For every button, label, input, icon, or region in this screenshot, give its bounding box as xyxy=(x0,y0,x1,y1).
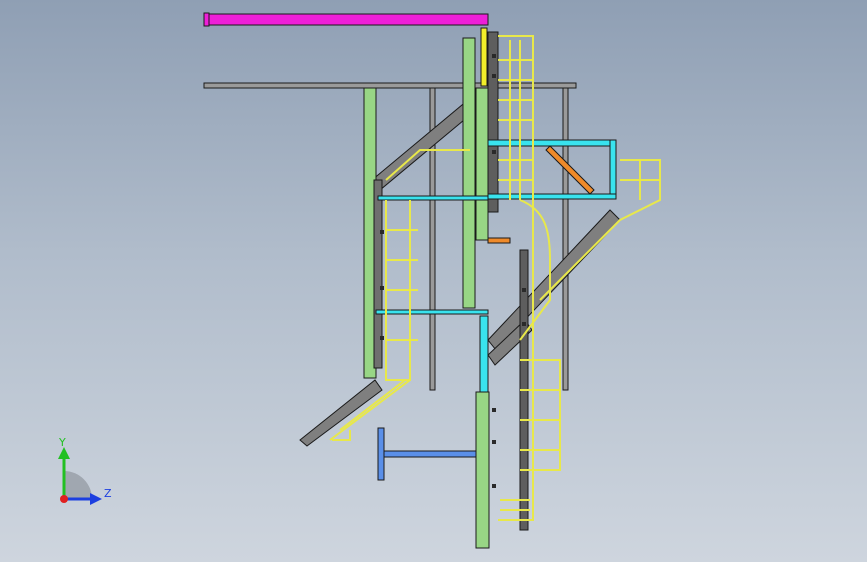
x-axis-dot xyxy=(60,495,68,503)
blue-beam-flange[interactable] xyxy=(377,427,385,481)
z-axis-arrow xyxy=(90,493,102,505)
axis-triad: Y Z xyxy=(58,436,112,505)
yellow-column[interactable] xyxy=(480,27,488,87)
orange-beam[interactable] xyxy=(487,237,511,244)
magenta-beam-end xyxy=(203,12,210,27)
blue-beam-web[interactable] xyxy=(383,450,477,458)
grey-post-right[interactable] xyxy=(562,87,569,391)
triad-quadrant xyxy=(64,471,92,499)
z-axis-label: Z xyxy=(104,487,112,500)
orange-brace[interactable] xyxy=(545,145,595,195)
graphics-viewport[interactable]: Y Z xyxy=(0,0,867,562)
green-column-bottom[interactable] xyxy=(475,391,490,549)
green-column-center-2[interactable] xyxy=(475,87,489,241)
green-column-center[interactable] xyxy=(462,37,476,309)
y-axis-label: Y xyxy=(58,436,66,449)
diagonal-braces[interactable] xyxy=(299,99,621,447)
magenta-beam[interactable] xyxy=(205,13,489,26)
structural-model[interactable] xyxy=(0,0,867,562)
dark-column[interactable] xyxy=(487,31,499,213)
